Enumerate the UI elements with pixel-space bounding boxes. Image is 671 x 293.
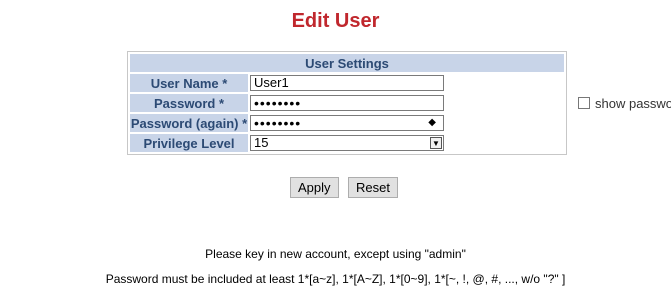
password-rule-note: Password must be included at least 1*[a~…	[105, 272, 566, 286]
show-password-label: show password	[595, 96, 671, 111]
page-title: Edit User	[291, 10, 380, 32]
apply-button[interactable]: Apply	[290, 177, 339, 198]
privilege-level-label: Privilege Level	[130, 134, 248, 152]
password-input[interactable]: ••••••••	[250, 95, 444, 111]
username-input[interactable]: User1	[250, 75, 444, 91]
privilege-level-select[interactable]: 15 ▼	[250, 135, 444, 151]
password-label: Password *	[130, 94, 248, 112]
chevron-down-icon[interactable]: ▼	[430, 137, 442, 149]
username-label: User Name *	[130, 74, 248, 92]
user-settings-header: User Settings	[130, 54, 564, 72]
password-again-value: ••••••••	[254, 115, 302, 131]
password-again-input[interactable]: •••••••• ◆	[250, 115, 444, 131]
password-again-label: Password (again) *	[130, 114, 248, 132]
reveal-password-icon[interactable]: ◆	[428, 116, 437, 130]
privilege-level-value: 15	[254, 135, 269, 150]
reset-button[interactable]: Reset	[348, 177, 398, 198]
user-settings-table: User Settings User Name * User1 Password…	[127, 51, 671, 155]
checkbox-icon[interactable]	[578, 97, 590, 109]
account-note: Please key in new account, except using …	[205, 247, 466, 261]
show-password-toggle[interactable]: show password	[578, 96, 671, 111]
